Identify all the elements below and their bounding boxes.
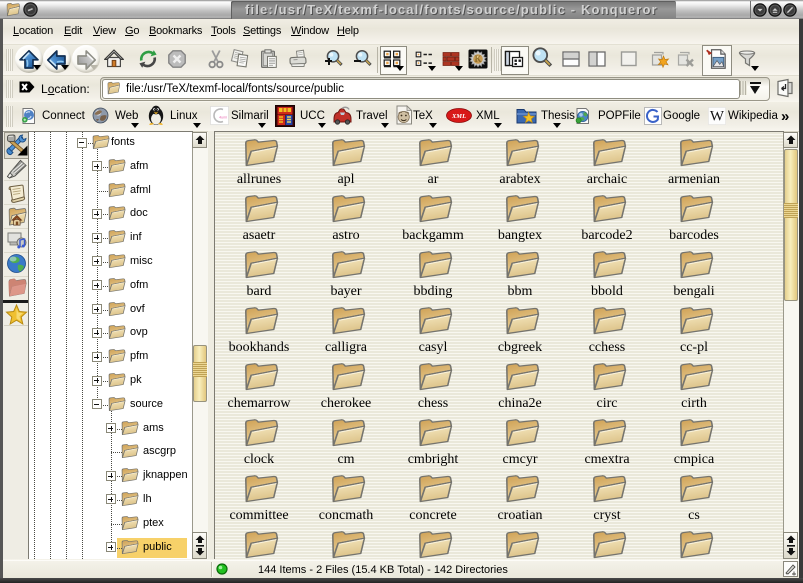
svg-text:XML: XML	[451, 113, 466, 120]
svg-text:4umi: 4umi	[219, 116, 227, 120]
svg-text:W: W	[710, 109, 725, 125]
